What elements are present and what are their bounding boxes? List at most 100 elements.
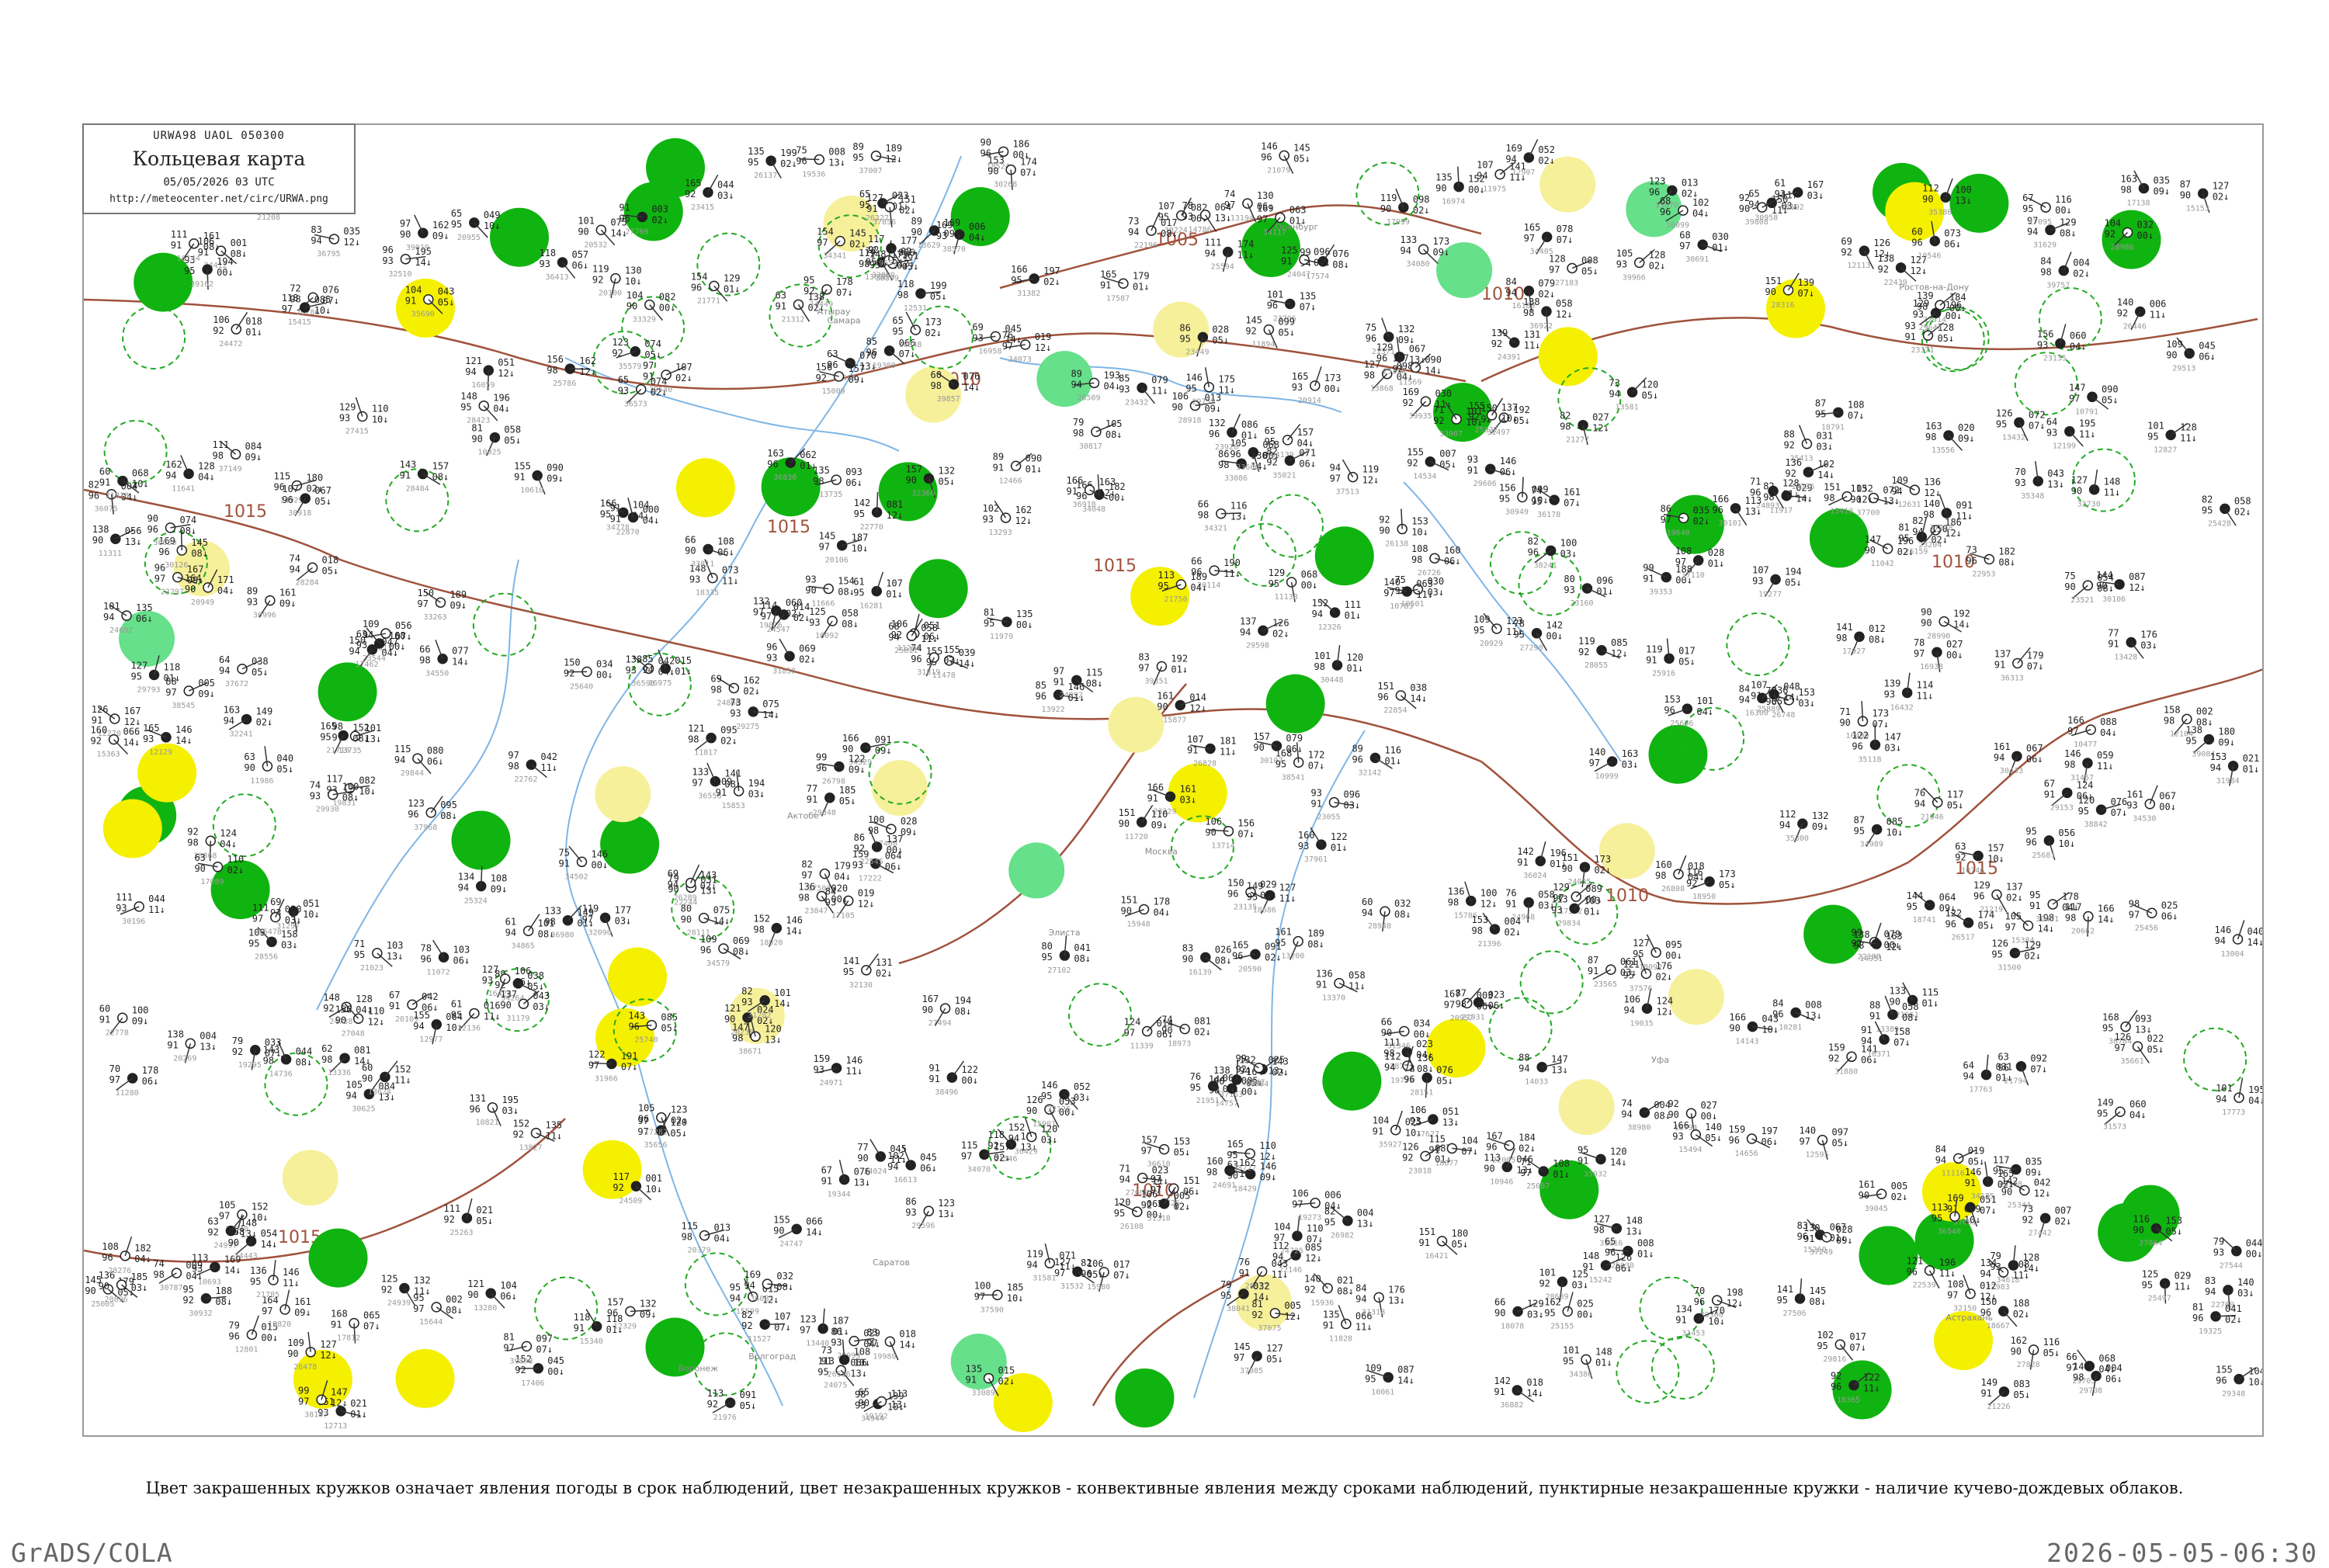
station-value: 042 <box>422 991 439 1002</box>
station-value: 95 <box>1996 418 2007 429</box>
station-value: 116 <box>2055 194 2072 205</box>
station-value: 107 <box>1752 564 1769 575</box>
station-value: 14↓ <box>1410 693 1427 704</box>
station-value: 109 <box>1365 1362 1382 1373</box>
station-value: 042 <box>540 751 557 762</box>
station-value: 06↓ <box>2077 790 2094 801</box>
wind-barb-icon <box>779 639 790 656</box>
station-value: 00↓ <box>887 845 904 855</box>
station-value: 127 <box>131 661 148 671</box>
wind-barb-icon <box>708 175 718 193</box>
station-value: 98 <box>1853 940 1864 951</box>
station-index: 36083 <box>750 1295 773 1303</box>
station-value: 126 <box>1991 938 2008 949</box>
station-value: 98 <box>544 917 555 928</box>
station-plot: 1129413209↓35300 <box>1779 809 1829 843</box>
station-value: 065 <box>363 1310 380 1321</box>
station-value: 194 <box>748 778 765 789</box>
station-value: 173 <box>925 317 942 328</box>
station-value: 12↓ <box>1362 475 1380 486</box>
station-index: 33263 <box>423 613 446 622</box>
station-value: 06↓ <box>571 260 588 271</box>
station-index: 29708 <box>2079 1387 2102 1396</box>
station-value: 93 <box>1904 321 1915 331</box>
map-datetime: 05/05/2026 03 UTC <box>84 176 354 189</box>
station-value: 04↓ <box>1696 706 1713 717</box>
station-value: 96 <box>2216 1375 2227 1386</box>
station-index: 28948 <box>1368 922 1391 931</box>
station-value: 163 <box>767 448 784 459</box>
station-value: 045 <box>547 1355 564 1366</box>
station-value: 166 <box>2098 904 2115 914</box>
station-circle-icon <box>172 1268 181 1278</box>
station-value: 81 <box>503 1331 514 1342</box>
station-index: 21208 <box>257 213 280 222</box>
wind-barb-icon <box>481 866 482 886</box>
station-value: 182 <box>1998 546 2015 557</box>
station-plot: 1639802009↓13556 <box>1925 421 1975 455</box>
station-value: 84 <box>1772 997 1783 1008</box>
station-value: 140 <box>1589 747 1606 758</box>
station-value: 111 <box>213 439 230 450</box>
station-value: 178 <box>1154 897 1171 907</box>
station-value: 122 <box>1945 908 1963 919</box>
station-value: 140 <box>2117 297 2134 307</box>
station-index: 21931 <box>1462 1013 1485 1022</box>
station-value: 068 <box>1301 569 1318 580</box>
station-index: 39351 <box>1144 678 1168 686</box>
station-index: 37700 <box>1856 509 1880 518</box>
station-plot: 1019007514↓20532 <box>578 215 627 249</box>
station-index: 21396 <box>1477 940 1501 949</box>
station-value: 199 <box>780 147 797 158</box>
station-value: 97 <box>2067 726 2078 737</box>
station-index: 30433 <box>2000 767 2023 775</box>
station-value: 03↓ <box>2140 640 2157 651</box>
station-value: 192 <box>1953 609 1970 619</box>
place-label: Москва <box>1145 846 1178 856</box>
station-plot: 1369105811↓13370 <box>1316 969 1366 1003</box>
station-value: 173 <box>1719 869 1736 879</box>
station-value: 90 <box>1121 906 1132 917</box>
station-index: 10061 <box>1371 1388 1394 1396</box>
station-value: 00↓ <box>2159 802 2176 813</box>
station-value: 168 <box>331 1309 348 1320</box>
station-value: 92 <box>1785 468 1796 479</box>
station-index: 19640 <box>1667 529 1690 537</box>
station-index: 37985 <box>1240 1367 1263 1375</box>
station-plot: 1009718510↓37590 <box>974 1280 1024 1314</box>
station-value: 94 <box>1119 1174 1130 1185</box>
wind-barb-icon <box>569 846 582 862</box>
station-value: 160 <box>1206 1156 1224 1167</box>
station-index: 13004 <box>2221 950 2244 959</box>
station-plot: 1669004310↓14143 <box>1729 1012 1779 1046</box>
map-source-url[interactable]: http://meteocenter.net/circ/URWA.png <box>84 193 354 205</box>
station-value: 95 <box>730 1282 741 1292</box>
station-value: 11↓ <box>148 904 165 915</box>
station-value: 175 <box>1218 374 1235 385</box>
station-index: 27048 <box>342 1029 365 1038</box>
station-value: 10↓ <box>1708 1316 1725 1327</box>
station-value: 079 <box>1286 733 1303 744</box>
station-plot: 1249701406↓11339 <box>1124 1017 1174 1051</box>
station-value: 13↓ <box>125 536 142 547</box>
station-value: 12↓ <box>1980 1292 1997 1303</box>
station-index: 32126 <box>1047 1105 1071 1114</box>
station-index: 21716 <box>326 746 349 755</box>
station-value: 63 <box>194 852 205 863</box>
station-value: 04↓ <box>198 471 215 482</box>
station-value: 91 <box>1239 1268 1250 1278</box>
station-value: 146 <box>175 724 193 735</box>
station-value: 165 <box>1100 269 1117 279</box>
station-plot: 1559200705↓14534 <box>1407 447 1456 481</box>
station-value: 005 <box>1174 1191 1191 1202</box>
station-value: 97 <box>1549 264 1560 275</box>
station-value: 78 <box>421 942 432 953</box>
station-value: 07↓ <box>1797 288 1814 299</box>
station-value: 80 <box>681 904 692 914</box>
station-value: 101 <box>1539 1267 1556 1278</box>
station-index: 13922 <box>1042 706 1065 714</box>
station-index: 10791 <box>2075 408 2098 416</box>
station-value: 004 <box>1654 1099 1671 1110</box>
station-value: 86 <box>854 832 865 843</box>
station-value: 08↓ <box>440 810 457 821</box>
